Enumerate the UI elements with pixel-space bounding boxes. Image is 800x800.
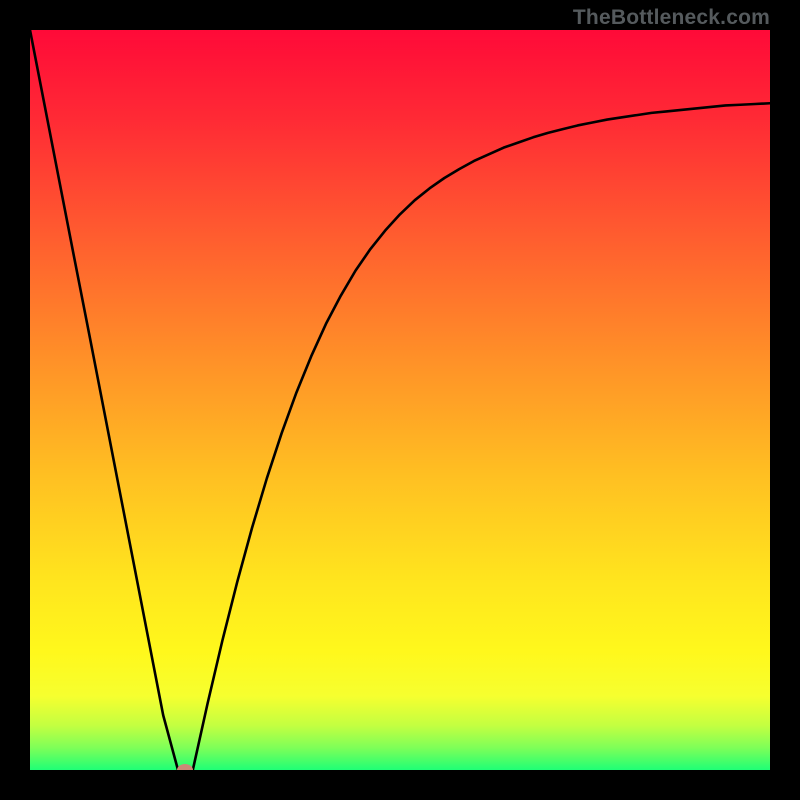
watermark-text: TheBottleneck.com [573, 6, 770, 30]
bottleneck-dot [177, 764, 193, 770]
bottleneck-curve [30, 30, 770, 770]
plot-area [30, 30, 770, 770]
chart-frame: TheBottleneck.com [0, 0, 800, 800]
